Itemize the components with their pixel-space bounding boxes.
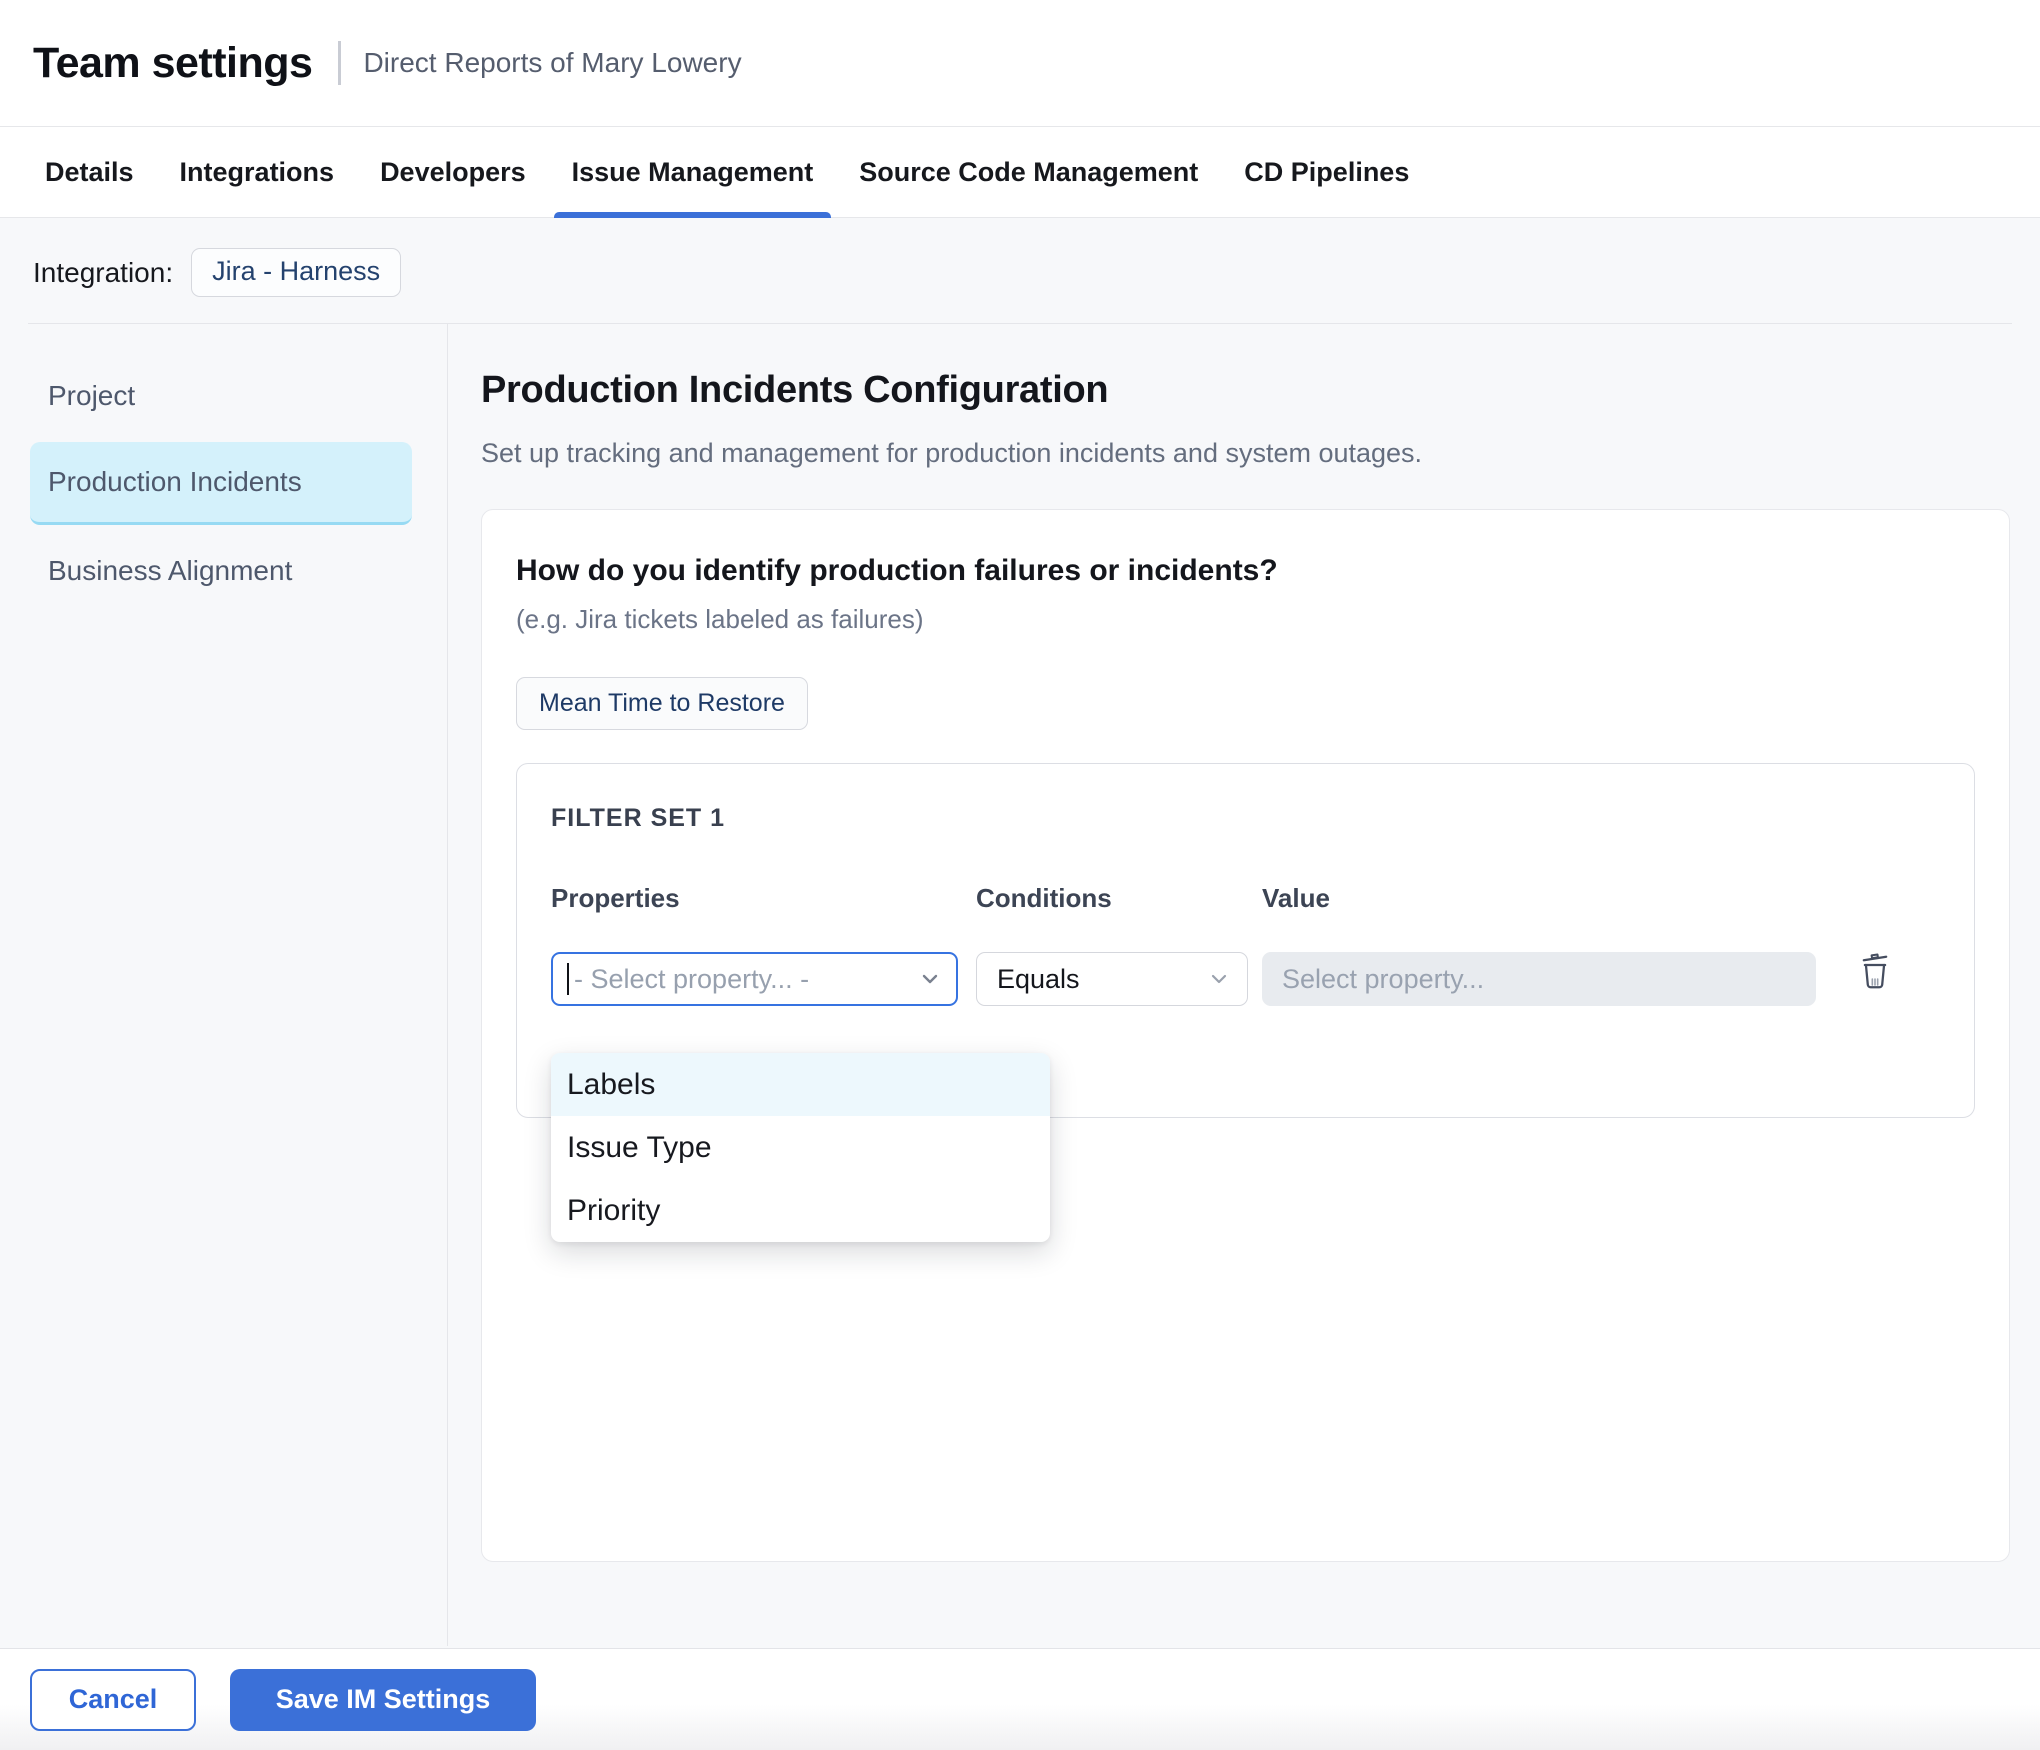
save-im-settings-button[interactable]: Save IM Settings (230, 1669, 536, 1731)
tab-cd-pipelines[interactable]: CD Pipelines (1244, 127, 1409, 218)
team-settings-page: Team settings Direct Reports of Mary Low… (0, 0, 2040, 1750)
property-select-placeholder: - Select property... - (574, 964, 809, 995)
section-title: Production Incidents Configuration (481, 369, 2010, 412)
dropdown-option-priority[interactable]: Priority (551, 1179, 1050, 1242)
page-subtitle: Direct Reports of Mary Lowery (363, 47, 741, 79)
condition-select[interactable]: Equals (976, 952, 1248, 1006)
tab-details[interactable]: Details (45, 127, 134, 218)
tab-integrations[interactable]: Integrations (180, 127, 335, 218)
chevron-down-icon (918, 967, 942, 991)
value-column-label: Value (1262, 883, 1816, 914)
page-header: Team settings Direct Reports of Mary Low… (0, 0, 2040, 127)
sidebar-item-project[interactable]: Project (30, 356, 412, 436)
properties-column-label: Properties (551, 883, 958, 914)
integration-badge[interactable]: Jira - Harness (191, 248, 401, 297)
footer-actions: Cancel Save IM Settings (0, 1648, 2040, 1750)
dropdown-option-issue-type[interactable]: Issue Type (551, 1116, 1050, 1179)
tab-developers[interactable]: Developers (380, 127, 526, 218)
main-panel: Production Incidents Configuration Set u… (448, 324, 2040, 1646)
property-select[interactable]: - Select property... - (551, 952, 958, 1006)
section-subtitle: Set up tracking and management for produ… (481, 438, 2010, 469)
sidebar-item-production-incidents[interactable]: Production Incidents (30, 442, 412, 525)
config-hint: (e.g. Jira tickets labeled as failures) (516, 604, 1975, 635)
trash-icon (1859, 952, 1891, 990)
property-dropdown-menu: Labels Issue Type Priority (551, 1053, 1050, 1242)
page-title: Team settings (33, 39, 312, 88)
sidebar-item-business-alignment[interactable]: Business Alignment (30, 531, 412, 611)
integration-label: Integration: (33, 257, 173, 289)
value-input[interactable] (1262, 952, 1816, 1006)
tab-issue-management[interactable]: Issue Management (572, 127, 814, 218)
settings-sidebar: Project Production Incidents Business Al… (0, 324, 448, 1646)
title-divider (338, 41, 341, 85)
chevron-down-icon (1207, 967, 1231, 991)
filter-row: Properties - Select property... - (551, 883, 1940, 1006)
condition-select-value: Equals (997, 964, 1080, 995)
cancel-button[interactable]: Cancel (30, 1669, 196, 1731)
incidents-config-card: How do you identify production failures … (481, 509, 2010, 1562)
metric-tab-mean-time-to-restore[interactable]: Mean Time to Restore (516, 677, 808, 730)
content-area: Integration: Jira - Harness Project Prod… (0, 218, 2040, 1648)
tab-source-code-management[interactable]: Source Code Management (859, 127, 1198, 218)
dropdown-option-labels[interactable]: Labels (551, 1053, 1050, 1116)
delete-filter-button[interactable] (1859, 944, 1891, 998)
filter-set-title: FILTER SET 1 (551, 804, 1940, 833)
config-question: How do you identify production failures … (516, 554, 1975, 588)
integration-row: Integration: Jira - Harness (0, 218, 2040, 323)
text-cursor (567, 963, 569, 995)
filter-set-panel: FILTER SET 1 Properties - Select propert… (516, 763, 1975, 1118)
conditions-column-label: Conditions (976, 883, 1248, 914)
settings-tabbar: Details Integrations Developers Issue Ma… (0, 127, 2040, 218)
